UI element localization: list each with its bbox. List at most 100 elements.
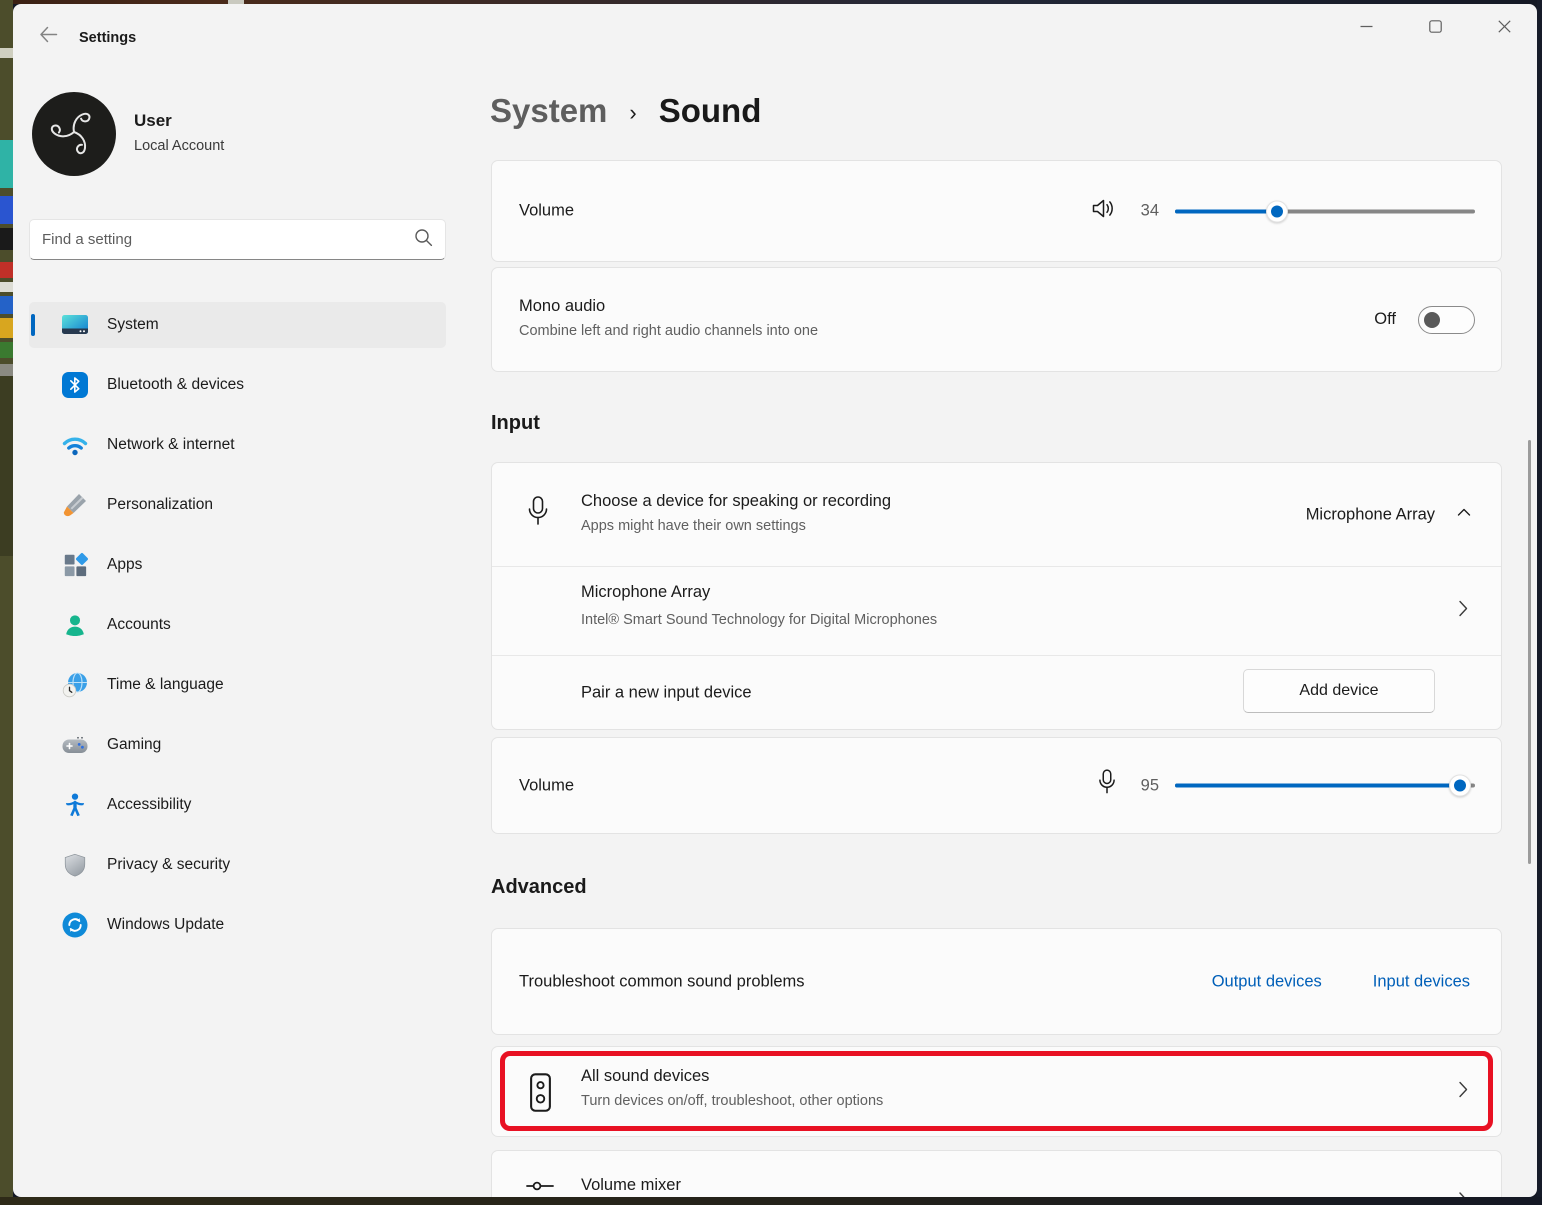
- maximize-icon: [1429, 20, 1442, 38]
- input-volume-slider[interactable]: [1175, 784, 1475, 788]
- mic-array-title: Microphone Array: [581, 583, 937, 602]
- microphone-icon: [526, 495, 550, 536]
- desktop-icon-sliver: [0, 228, 13, 250]
- sidebar-nav: System Bluetooth & devices Network & int…: [29, 302, 446, 962]
- input-group-card: Choose a device for speaking or recordin…: [491, 462, 1502, 730]
- sidebar-item-privacy-security[interactable]: Privacy & security: [29, 842, 446, 888]
- sidebar-item-windows-update[interactable]: Windows Update: [29, 902, 446, 948]
- slider-thumb[interactable]: [1266, 200, 1288, 222]
- sidebar-item-label: Personalization: [107, 496, 213, 514]
- settings-window: Settings User Local Account: [13, 4, 1537, 1197]
- mic-array-subtitle: Intel® Smart Sound Technology for Digita…: [581, 612, 937, 628]
- accessibility-person-icon: [61, 791, 89, 819]
- input-devices-link[interactable]: Input devices: [1373, 972, 1470, 991]
- desktop-texture: [0, 376, 13, 556]
- gamepad-icon: [61, 731, 89, 759]
- chevron-right-icon: [1455, 597, 1471, 624]
- mixer-icon: [526, 1179, 554, 1197]
- person-icon: [61, 611, 89, 639]
- speaker-icon[interactable]: [1091, 197, 1117, 226]
- mono-audio-state: Off: [1374, 310, 1396, 329]
- sidebar-item-label: Gaming: [107, 736, 161, 754]
- search-icon[interactable]: [414, 228, 433, 252]
- wifi-icon: [61, 431, 89, 459]
- sidebar-item-accessibility[interactable]: Accessibility: [29, 782, 446, 828]
- pair-device-label: Pair a new input device: [581, 684, 752, 703]
- sound-device-icon: [528, 1071, 553, 1119]
- vertical-scrollbar[interactable]: [1528, 440, 1531, 864]
- desktop-icon-sliver: [0, 296, 13, 314]
- advanced-section-header: Advanced: [491, 876, 587, 899]
- profile-name: User: [134, 111, 172, 131]
- update-icon: [61, 911, 89, 939]
- window-title: Settings: [79, 30, 136, 46]
- sidebar-item-personalization[interactable]: Personalization: [29, 482, 446, 528]
- sidebar-item-gaming[interactable]: Gaming: [29, 722, 446, 768]
- input-volume-slider-group: 95: [1097, 768, 1475, 803]
- desktop-icon-sliver: [0, 262, 13, 278]
- microphone-icon[interactable]: [1097, 768, 1117, 803]
- mono-audio-subtitle: Combine left and right audio channels in…: [519, 323, 818, 339]
- desktop-icon-sliver: [0, 140, 13, 188]
- mono-audio-title: Mono audio: [519, 297, 818, 316]
- close-button[interactable]: [1481, 12, 1527, 46]
- search-box: [29, 219, 446, 260]
- mono-audio-toggle[interactable]: [1418, 306, 1475, 334]
- back-arrow-icon: [38, 24, 59, 50]
- search-input[interactable]: [42, 231, 414, 248]
- input-volume-value: 95: [1133, 776, 1159, 795]
- mono-audio-toggle-group: Off: [1374, 306, 1475, 334]
- globe-clock-icon: [61, 671, 89, 699]
- all-sound-devices-card[interactable]: All sound devices Turn devices on/off, t…: [491, 1046, 1502, 1137]
- breadcrumb-system[interactable]: System: [490, 92, 607, 130]
- input-section-header: Input: [491, 412, 540, 435]
- avatar[interactable]: [32, 92, 116, 176]
- desktop-icon-sliver: [0, 364, 13, 376]
- sidebar-item-label: Network & internet: [107, 436, 235, 454]
- back-button[interactable]: [31, 22, 65, 52]
- maximize-button[interactable]: [1412, 12, 1458, 46]
- troubleshoot-label: Troubleshoot common sound problems: [519, 972, 805, 991]
- desktop-icon-sliver: [0, 342, 13, 358]
- sidebar-item-system[interactable]: System: [29, 302, 446, 348]
- sidebar-item-label: System: [107, 316, 159, 334]
- pair-input-device-row: Pair a new input device Add device: [492, 655, 1501, 731]
- all-sound-devices-title: All sound devices: [581, 1067, 883, 1086]
- close-icon: [1498, 20, 1511, 38]
- shield-icon: [61, 851, 89, 879]
- microphone-array-row[interactable]: Microphone Array Intel® Smart Sound Tech…: [492, 566, 1501, 655]
- output-volume-card: Volume 34: [491, 160, 1502, 262]
- add-device-button[interactable]: Add device: [1243, 669, 1435, 713]
- minimize-button[interactable]: [1343, 12, 1389, 46]
- sidebar-item-label: Time & language: [107, 676, 224, 694]
- sidebar-item-bluetooth-devices[interactable]: Bluetooth & devices: [29, 362, 446, 408]
- sidebar-item-apps[interactable]: Apps: [29, 542, 446, 588]
- sidebar-item-time-language[interactable]: Time & language: [29, 662, 446, 708]
- volume-mixer-title: Volume mixer: [581, 1176, 681, 1195]
- sidebar-item-label: Windows Update: [107, 916, 224, 934]
- choose-input-device-row[interactable]: Choose a device for speaking or recordin…: [492, 463, 1501, 566]
- desktop-left-strip: [0, 0, 13, 1205]
- sidebar-item-accounts[interactable]: Accounts: [29, 602, 446, 648]
- slider-thumb[interactable]: [1449, 775, 1471, 797]
- chevron-up-icon[interactable]: [1455, 503, 1473, 526]
- razer-logo-icon: [39, 97, 109, 172]
- volume-mixer-card[interactable]: Volume mixer: [491, 1150, 1502, 1197]
- profile-account-type: Local Account: [134, 138, 224, 154]
- slider-fill: [1175, 209, 1277, 213]
- output-devices-link[interactable]: Output devices: [1212, 972, 1322, 991]
- selected-input-device: Microphone Array: [1306, 505, 1435, 524]
- output-volume-slider-group: 34: [1091, 197, 1475, 226]
- mono-audio-card: Mono audio Combine left and right audio …: [491, 267, 1502, 372]
- desktop-bottom-strip: [0, 1197, 1542, 1205]
- output-volume-label: Volume: [519, 202, 574, 221]
- sidebar-item-network-internet[interactable]: Network & internet: [29, 422, 446, 468]
- chevron-right-icon: [1455, 1189, 1471, 1197]
- output-volume-slider[interactable]: [1175, 209, 1475, 213]
- desktop-icon-sliver: [0, 282, 13, 292]
- desktop-icon-sliver: [0, 48, 13, 58]
- chevron-right-icon: [1455, 1078, 1471, 1105]
- toggle-knob: [1424, 312, 1440, 328]
- slider-fill: [1175, 784, 1460, 788]
- input-volume-label: Volume: [519, 776, 574, 795]
